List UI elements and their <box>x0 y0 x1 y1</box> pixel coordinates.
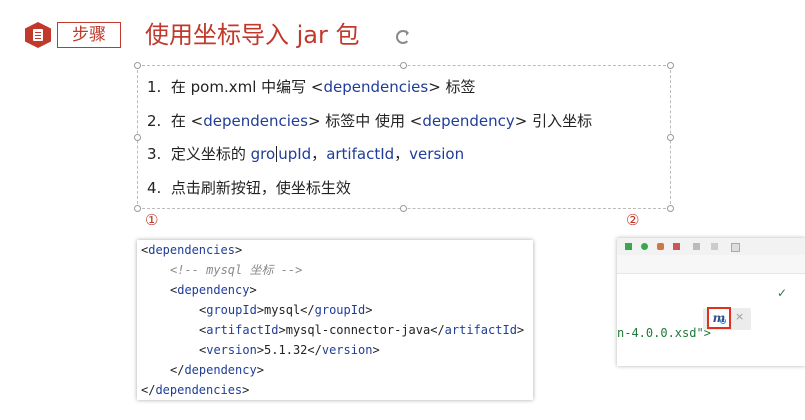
document-icon <box>25 22 51 48</box>
rotate-handle-icon[interactable] <box>396 30 410 44</box>
resize-handle[interactable] <box>667 205 674 212</box>
build-icon[interactable] <box>711 243 718 250</box>
resize-handle[interactable] <box>667 134 674 141</box>
list-item: 3. 定义坐标的 gro upId，artifactId，version <box>147 145 465 163</box>
xml-code-line: n-4.0.0.xsd"> <box>617 326 711 340</box>
list-item: 4. 点击刷新按钮，使坐标生效 <box>147 178 351 197</box>
page-title: 使用坐标导入 jar 包 <box>145 21 360 49</box>
list-item: 1. 在 pom.xml 中编写 <dependencies> 标签 <box>147 78 476 96</box>
run-icon[interactable] <box>625 243 632 250</box>
list-item: 2. 在 <dependencies> 标签中 使用 <dependency> … <box>147 111 593 130</box>
editor-tabs <box>617 255 805 274</box>
coverage-icon[interactable] <box>657 243 664 250</box>
ide-screenshot: ✓ m × n-4.0.0.xsd"> <box>617 238 805 366</box>
close-icon[interactable]: × <box>735 310 744 323</box>
ide-toolbar <box>617 238 805 256</box>
marker-two: ② <box>626 211 640 229</box>
stop-icon[interactable] <box>693 243 700 250</box>
sync-icon <box>720 318 726 324</box>
window-icon[interactable] <box>731 243 740 252</box>
steps-list: 1. 在 pom.xml 中编写 <dependencies> 标签 2. 在 … <box>147 76 592 210</box>
code-snippet: <dependencies> <!-- mysql 坐标 --> <depend… <box>137 240 533 400</box>
resize-handle[interactable] <box>134 62 141 69</box>
resize-handle[interactable] <box>400 62 407 69</box>
step-badge: 步骤 <box>57 22 121 48</box>
profile-icon[interactable] <box>673 243 680 250</box>
check-icon: ✓ <box>777 286 788 300</box>
resize-handle[interactable] <box>134 134 141 141</box>
resize-handle[interactable] <box>134 205 141 212</box>
resize-handle[interactable] <box>667 62 674 69</box>
marker-one: ① <box>145 211 159 229</box>
debug-icon[interactable] <box>641 243 648 250</box>
